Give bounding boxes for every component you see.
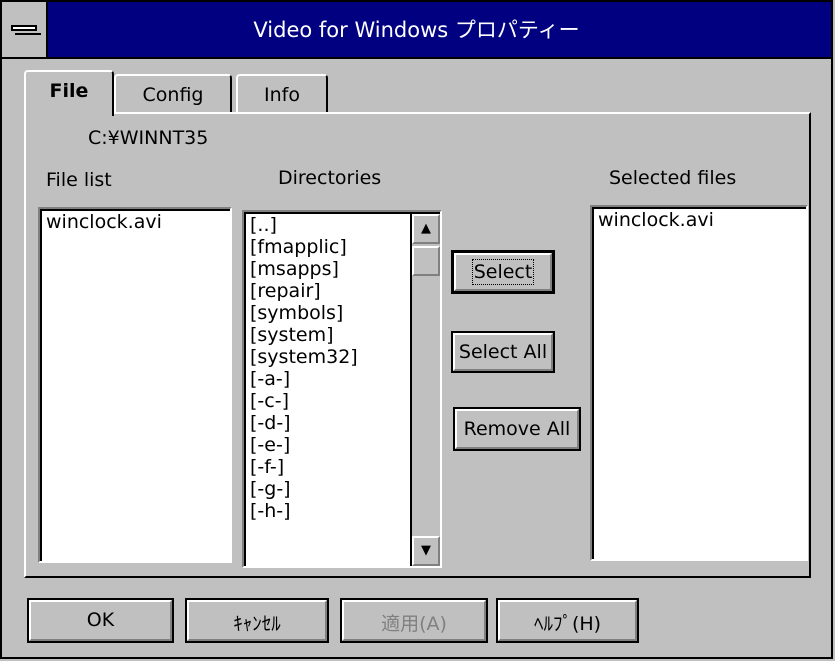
- cancel-button[interactable]: ｷｬﾝｾﾙ: [185, 598, 329, 643]
- title-bar[interactable]: Video for Windows プロパティー: [2, 2, 831, 59]
- file-list[interactable]: winclock.avi: [38, 207, 232, 563]
- selected-files-list[interactable]: winclock.avi: [590, 205, 808, 561]
- select-all-button[interactable]: Select All: [451, 331, 555, 373]
- tab-info-label: Info: [264, 84, 300, 106]
- arrow-down-icon[interactable]: ▼: [412, 536, 440, 566]
- tab-file-label: File: [49, 80, 89, 102]
- help-button-label: ﾍﾙﾌﾟ(H): [533, 613, 602, 635]
- ok-button-label: OK: [86, 609, 115, 631]
- directories-label: Directories: [278, 167, 382, 189]
- directories-scrollbar[interactable]: ▲ ▼: [410, 214, 440, 566]
- apply-button[interactable]: 適用(A): [340, 598, 488, 643]
- select-button-label: Select: [471, 259, 535, 285]
- remove-all-button[interactable]: Remove All: [453, 407, 581, 451]
- select-all-button-label: Select All: [458, 341, 548, 363]
- window-title: Video for Windows プロパティー: [253, 18, 580, 42]
- remove-all-button-label: Remove All: [463, 418, 571, 440]
- select-button[interactable]: Select: [451, 250, 555, 294]
- list-item[interactable]: winclock.avi: [594, 209, 806, 231]
- selected-files-label: Selected files: [609, 167, 737, 189]
- help-button[interactable]: ﾍﾙﾌﾟ(H): [496, 598, 639, 643]
- list-item[interactable]: winclock.avi: [42, 211, 230, 233]
- tab-config[interactable]: Config: [114, 74, 232, 114]
- apply-button-label: 適用(A): [381, 613, 447, 635]
- tab-file[interactable]: File: [24, 70, 114, 116]
- directories-list[interactable]: [..] [fmapplic] [msapps] [repair] [symbo…: [242, 210, 442, 568]
- scroll-thumb[interactable]: [412, 246, 440, 276]
- tab-config-label: Config: [142, 84, 204, 106]
- current-path: C:¥WINNT35: [88, 127, 209, 149]
- dialog-window: Video for Windows プロパティー File Config Inf…: [0, 0, 833, 659]
- arrow-up-icon[interactable]: ▲: [412, 214, 440, 244]
- file-list-label: File list: [46, 169, 112, 191]
- cancel-button-label: ｷｬﾝｾﾙ: [233, 613, 281, 635]
- tab-info[interactable]: Info: [236, 74, 328, 114]
- ok-button[interactable]: OK: [27, 598, 174, 643]
